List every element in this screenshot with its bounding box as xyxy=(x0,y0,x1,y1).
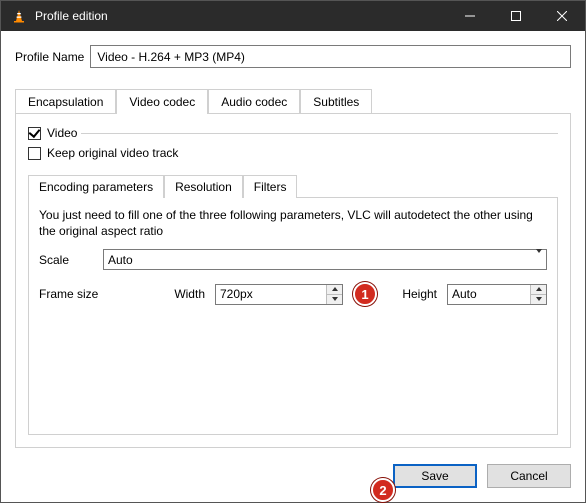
width-step-down[interactable] xyxy=(327,295,342,304)
chevron-down-icon xyxy=(536,253,542,267)
video-codec-panel: Video Keep original video track Encoding… xyxy=(15,113,571,448)
keep-original-label: Keep original video track xyxy=(47,146,178,160)
tab-subtitles[interactable]: Subtitles xyxy=(300,89,372,114)
width-stepper[interactable]: 720px xyxy=(215,284,343,305)
profile-name-input[interactable] xyxy=(90,45,571,68)
resolution-hint: You just need to fill one of the three f… xyxy=(39,208,547,239)
height-stepper[interactable]: Auto xyxy=(447,284,547,305)
video-checkbox-label: Video xyxy=(47,126,77,140)
resolution-panel: You just need to fill one of the three f… xyxy=(28,197,558,435)
scale-label: Scale xyxy=(39,253,103,267)
scale-select[interactable]: Auto xyxy=(103,249,547,270)
minimize-button[interactable] xyxy=(447,1,493,31)
tab-video-codec[interactable]: Video codec xyxy=(116,89,208,114)
tab-audio-codec[interactable]: Audio codec xyxy=(208,89,300,114)
inner-tab-filters[interactable]: Filters xyxy=(243,175,298,198)
height-label: Height xyxy=(402,287,437,301)
keep-original-checkbox[interactable] xyxy=(28,147,41,160)
width-label: Width xyxy=(165,287,205,301)
close-button[interactable] xyxy=(539,1,585,31)
tab-encapsulation[interactable]: Encapsulation xyxy=(15,89,116,114)
frame-size-label: Frame size xyxy=(39,287,159,301)
cancel-button[interactable]: Cancel xyxy=(487,464,571,488)
video-checkbox[interactable] xyxy=(28,127,41,140)
height-value: Auto xyxy=(452,287,530,301)
scale-value: Auto xyxy=(108,253,133,267)
window-title: Profile edition xyxy=(35,9,447,23)
maximize-button[interactable] xyxy=(493,1,539,31)
annotation-badge-2: 2 xyxy=(371,478,395,502)
inner-tab-encoding[interactable]: Encoding parameters xyxy=(28,175,164,198)
height-step-down[interactable] xyxy=(531,295,546,304)
width-step-up[interactable] xyxy=(327,285,342,295)
vlc-cone-icon xyxy=(9,6,29,26)
annotation-badge-1: 1 xyxy=(353,282,377,306)
profile-edition-window: Profile edition Profile Name Encapsulati… xyxy=(0,0,586,503)
save-button[interactable]: Save xyxy=(393,464,477,488)
divider xyxy=(81,133,558,134)
inner-tab-resolution[interactable]: Resolution xyxy=(164,175,243,198)
width-value: 720px xyxy=(220,287,326,301)
titlebar: Profile edition xyxy=(1,1,585,31)
profile-name-label: Profile Name xyxy=(15,50,84,64)
height-step-up[interactable] xyxy=(531,285,546,295)
